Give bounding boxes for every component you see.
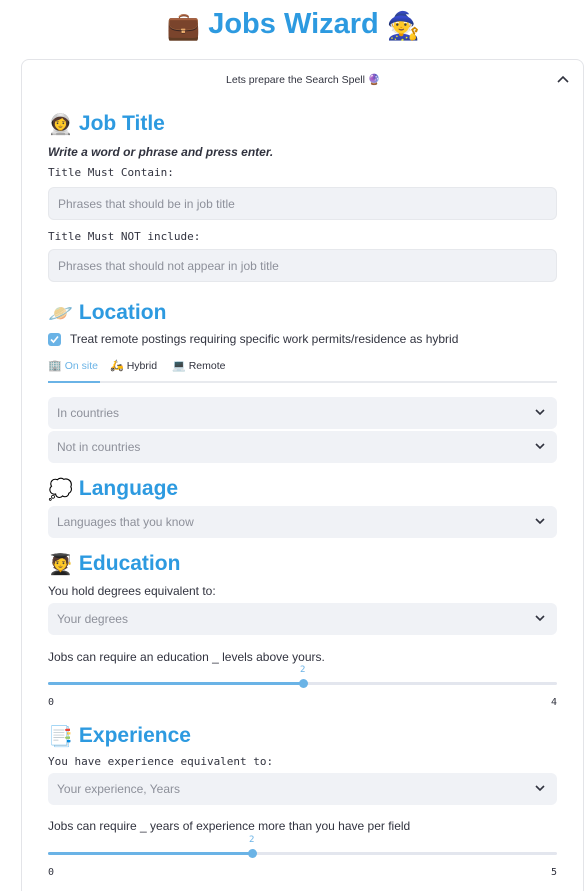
chevron-down-icon [535, 615, 545, 622]
expander-header[interactable]: Lets prepare the Search Spell 🔮 [22, 68, 585, 92]
briefcase-icon: 💼 [166, 11, 201, 41]
job-title-heading: 👩‍🚀 Job Title [48, 112, 165, 136]
location-tabs: 🏢 On site 🛵 Hybrid 💻 Remote [48, 357, 557, 383]
education-slider-max: 4 [551, 697, 558, 708]
degrees-select[interactable]: Your degrees [48, 603, 557, 635]
job-title-hint: Write a word or phrase and press enter. [48, 145, 274, 159]
location-heading: 🪐 Location [48, 301, 167, 325]
planet-icon: 🪐 [48, 303, 73, 325]
education-slider-min: 0 [48, 697, 55, 708]
degrees-label: You hold degrees equivalent to: [48, 584, 216, 598]
experience-slider-thumb[interactable] [248, 849, 257, 858]
experience-slider-max: 5 [551, 867, 558, 878]
chevron-down-icon [535, 785, 545, 792]
document-icon: 📑 [48, 726, 73, 748]
experience-slider-value: 2 [249, 835, 255, 845]
chevron-up-icon[interactable] [557, 75, 569, 85]
active-tab-indicator [48, 381, 100, 383]
wizard-icon: 🧙 [386, 11, 421, 41]
check-icon [50, 335, 59, 344]
tab-remote[interactable]: 💻 Remote [172, 359, 225, 379]
title-must-contain-label: Title Must Contain: [48, 166, 174, 179]
hybrid-checkbox[interactable] [48, 333, 61, 346]
experience-slider-min: 0 [48, 867, 55, 878]
education-slider-label: Jobs can require an education _ levels a… [48, 650, 325, 664]
expander-label: Lets prepare the Search Spell [226, 74, 365, 86]
chevron-down-icon [535, 443, 545, 450]
experience-slider-fill [48, 852, 252, 855]
experience-slider-label: Jobs can require _ years of experience m… [48, 819, 411, 833]
language-heading: 💭 Language [48, 477, 179, 501]
education-heading: 🧑‍🎓 Education [48, 552, 181, 576]
not-in-countries-select[interactable]: Not in countries [48, 431, 557, 463]
experience-slider[interactable] [48, 849, 557, 858]
experience-label: You have experience equivalent to: [48, 755, 274, 768]
languages-select[interactable]: Languages that you know [48, 506, 557, 538]
tab-on-site[interactable]: 🏢 On site [48, 359, 98, 379]
education-slider-fill [48, 682, 303, 685]
experience-select[interactable]: Your experience, Years [48, 773, 557, 805]
chevron-down-icon [535, 518, 545, 525]
experience-heading: 📑 Experience [48, 724, 191, 748]
in-countries-select[interactable]: In countries [48, 397, 557, 429]
education-slider-thumb[interactable] [299, 679, 308, 688]
title-must-not-input[interactable] [48, 249, 557, 282]
app-title-text: Jobs Wizard [208, 8, 379, 40]
tab-hybrid[interactable]: 🛵 Hybrid [110, 359, 157, 379]
astronaut-icon: 👩‍🚀 [48, 114, 73, 136]
hybrid-checkbox-label: Treat remote postings requiring specific… [70, 332, 459, 346]
title-must-contain-input[interactable] [48, 187, 557, 220]
education-slider-value: 2 [300, 665, 306, 675]
scooter-icon: 🛵 [110, 360, 124, 372]
office-building-icon: 🏢 [48, 360, 62, 372]
education-slider[interactable] [48, 679, 557, 688]
crystal-ball-icon: 🔮 [367, 74, 381, 86]
app-title: 💼 Jobs Wizard 🧙 [0, 8, 587, 42]
student-icon: 🧑‍🎓 [48, 554, 73, 576]
title-must-not-label: Title Must NOT include: [48, 230, 201, 243]
thought-bubble-icon: 💭 [48, 479, 73, 501]
laptop-icon: 💻 [172, 360, 186, 372]
chevron-down-icon [535, 409, 545, 416]
